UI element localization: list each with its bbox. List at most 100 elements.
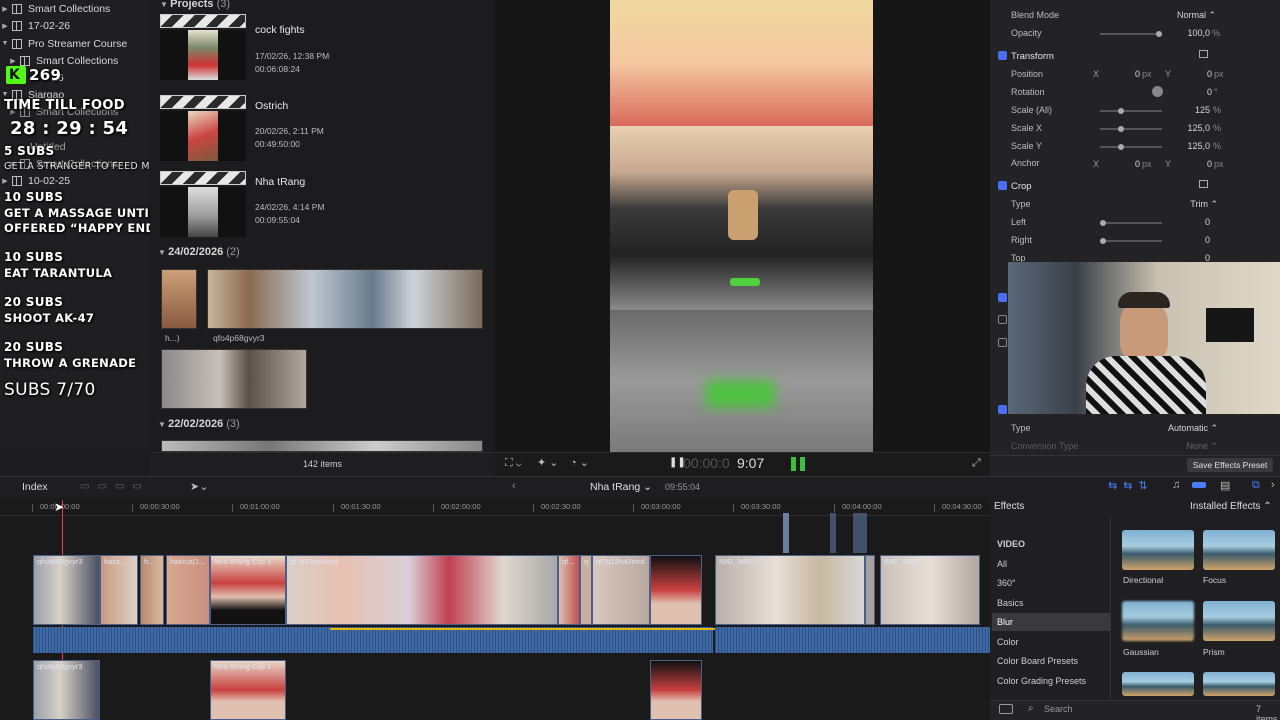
disclosure-triangle-icon[interactable]: ▶ bbox=[8, 57, 18, 65]
project-title[interactable]: Nha tRang ⌄ bbox=[590, 481, 652, 493]
spatial-conform-checkbox[interactable] bbox=[998, 405, 1007, 414]
timeline-clip[interactable]: IMG_3452 bbox=[715, 555, 865, 625]
effects-category[interactable]: 360° bbox=[997, 578, 1016, 588]
scale-all-value[interactable]: 125 bbox=[1186, 105, 1210, 115]
disclosure-triangle-icon[interactable]: ▶ bbox=[0, 22, 10, 30]
transform-section-title[interactable]: Transform bbox=[1011, 51, 1054, 62]
timeline-clip[interactable]: hairc... bbox=[100, 555, 138, 625]
viewer-video-frame[interactable] bbox=[610, 0, 873, 452]
retime-speed-icon[interactable]: ◔ ⌄ bbox=[570, 456, 589, 469]
audio-waveform[interactable] bbox=[33, 627, 713, 653]
effects-category[interactable]: Color Board Presets bbox=[997, 656, 1078, 666]
project-item[interactable]: cock fights 17/02/26, 12:38 PM 00:06:08:2… bbox=[160, 14, 490, 84]
conversion-select[interactable]: None ⌃ bbox=[1180, 441, 1218, 452]
opacity-value[interactable]: 100,0 bbox=[1176, 28, 1210, 38]
transitions-icon[interactable]: ⧉ bbox=[1252, 479, 1260, 492]
project-item[interactable]: Ostrich 20/02/26, 2:11 PM 00:49:50:00 bbox=[160, 95, 490, 165]
scale-y-slider[interactable] bbox=[1100, 144, 1162, 150]
audio-volume-line[interactable] bbox=[330, 628, 715, 630]
timeline-clip[interactable]: h... bbox=[140, 555, 164, 625]
enhance-wand-icon[interactable]: ✦ ⌄ bbox=[537, 456, 559, 469]
index-button[interactable]: Index bbox=[22, 481, 48, 493]
rotation-dial-icon[interactable] bbox=[1152, 86, 1163, 97]
back-arrow-icon[interactable]: ‹ bbox=[512, 480, 516, 492]
scale-y-value[interactable]: 125,0 bbox=[1180, 141, 1210, 151]
timeline-tool-icons[interactable]: ⇆⇆⇅ bbox=[1108, 479, 1154, 492]
opacity-slider[interactable] bbox=[1100, 31, 1162, 37]
save-effects-preset-button[interactable]: Save Effects Preset bbox=[1187, 458, 1273, 472]
transform-checkbox[interactable] bbox=[998, 51, 1007, 60]
scale-x-value[interactable]: 125,0 bbox=[1180, 123, 1210, 133]
clip-appearance-icon[interactable] bbox=[1192, 482, 1206, 488]
crop-right-value[interactable]: 0 bbox=[1196, 235, 1210, 245]
stabilization-checkbox[interactable] bbox=[998, 315, 1007, 324]
projects-header[interactable]: ▼ Projects (3) bbox=[160, 0, 230, 10]
effects-browser-icon[interactable]: ▤ bbox=[1220, 479, 1230, 492]
position-x-value[interactable]: 0 bbox=[1120, 69, 1140, 79]
fullscreen-icon[interactable]: ⤢ bbox=[972, 457, 981, 470]
effect-thumbnail[interactable] bbox=[1122, 672, 1194, 696]
installed-effects-select[interactable]: Installed Effects ⌃ bbox=[1190, 501, 1272, 512]
timeline-clip[interactable] bbox=[865, 555, 875, 625]
connected-marker[interactable] bbox=[830, 513, 836, 553]
disclosure-triangle-icon[interactable]: ▼ bbox=[0, 91, 10, 98]
scale-x-slider[interactable] bbox=[1100, 126, 1162, 132]
anchor-y-value[interactable]: 0 bbox=[1192, 159, 1212, 169]
spatial-type-select[interactable]: Automatic ⌃ bbox=[1158, 423, 1218, 434]
crop-left-value[interactable]: 0 bbox=[1196, 217, 1210, 227]
position-y-value[interactable]: 0 bbox=[1192, 69, 1212, 79]
effects-category[interactable]: Color bbox=[997, 637, 1019, 647]
effect-thumbnail[interactable] bbox=[1203, 672, 1275, 696]
more-icon[interactable]: › bbox=[1271, 479, 1275, 491]
connected-clip[interactable]: Nha tRang Clip 1 bbox=[210, 660, 286, 720]
clip-filmstrip[interactable] bbox=[161, 349, 307, 409]
effect-thumbnail[interactable] bbox=[1203, 530, 1275, 570]
effects-category[interactable]: All bbox=[997, 559, 1007, 569]
crop-onscreen-icon[interactable] bbox=[1199, 180, 1208, 188]
project-item[interactable]: Nha tRang 24/02/26, 4:14 PM 00:09:55:04 bbox=[160, 171, 490, 241]
blend-mode-select[interactable]: Normal ⌃ bbox=[1150, 10, 1216, 21]
headphones-icon[interactable]: ♫ bbox=[1172, 479, 1180, 491]
clip-filmstrip[interactable] bbox=[161, 440, 483, 452]
distort-checkbox[interactable] bbox=[998, 293, 1007, 302]
effect-thumbnail[interactable] bbox=[1203, 601, 1275, 641]
timeline-clip[interactable]: IMG_3452 bbox=[880, 555, 980, 625]
connected-marker[interactable] bbox=[783, 513, 789, 553]
event-date-header[interactable]: ▼ 24/02/2026 (2) bbox=[158, 246, 240, 258]
event-date-header[interactable]: ▼ 22/02/2026 (3) bbox=[158, 418, 240, 430]
timeline-clip[interactable]: q bbox=[580, 555, 592, 625]
scale-all-slider[interactable] bbox=[1100, 108, 1162, 114]
effects-category[interactable]: Color Grading Presets bbox=[997, 676, 1086, 686]
effect-thumbnail[interactable] bbox=[1122, 601, 1194, 641]
transform-tool-icon[interactable]: ⛶ ⌄ bbox=[505, 457, 522, 470]
library-item[interactable]: ▶ 17-02-26 bbox=[0, 17, 70, 34]
rolling-shutter-checkbox[interactable] bbox=[998, 338, 1007, 347]
connected-marker[interactable] bbox=[853, 513, 867, 553]
audio-waveform[interactable] bbox=[715, 627, 990, 653]
disclosure-triangle-icon[interactable]: ▶ bbox=[0, 5, 10, 13]
effect-thumbnail[interactable] bbox=[1122, 530, 1194, 570]
library-item[interactable]: ▼ Pro Streamer Course bbox=[0, 35, 128, 52]
disclosure-triangle-icon[interactable]: ▼ bbox=[0, 40, 10, 47]
edit-buttons-icon[interactable]: ▭▭▭▭ bbox=[80, 481, 150, 492]
timeline-clip[interactable] bbox=[650, 555, 702, 625]
rotation-value[interactable]: 0 bbox=[1192, 87, 1212, 97]
timeline-clip[interactable]: qf7q13na3mrd bbox=[286, 555, 558, 625]
connected-clip[interactable] bbox=[650, 660, 702, 720]
crop-right-slider[interactable] bbox=[1100, 238, 1162, 244]
effects-category-selected[interactable]: Blur bbox=[997, 617, 1013, 627]
crop-type-select[interactable]: Trim ⌃ bbox=[1182, 199, 1218, 210]
anchor-x-value[interactable]: 0 bbox=[1120, 159, 1140, 169]
select-tool-icon[interactable]: ➤⌄ bbox=[190, 480, 208, 493]
timecode-display[interactable]: 9:07 bbox=[737, 455, 764, 471]
library-item[interactable]: ▶ 10-02-25 bbox=[0, 172, 70, 189]
sidebar-toggle-icon[interactable] bbox=[999, 704, 1013, 714]
transform-onscreen-icon[interactable] bbox=[1199, 50, 1208, 58]
timeline-clip[interactable]: qf7q13na3mrd bbox=[592, 555, 650, 625]
disclosure-triangle-icon[interactable]: ▶ bbox=[0, 177, 10, 185]
connected-clip[interactable]: qfo4p68gvyr3 bbox=[33, 660, 100, 720]
timeline-clip[interactable]: qf... bbox=[558, 555, 580, 625]
crop-checkbox[interactable] bbox=[998, 181, 1007, 190]
clip-thumbnail[interactable] bbox=[161, 269, 197, 329]
timeline-clip[interactable]: qfo4p68gvyr3 bbox=[33, 555, 100, 625]
